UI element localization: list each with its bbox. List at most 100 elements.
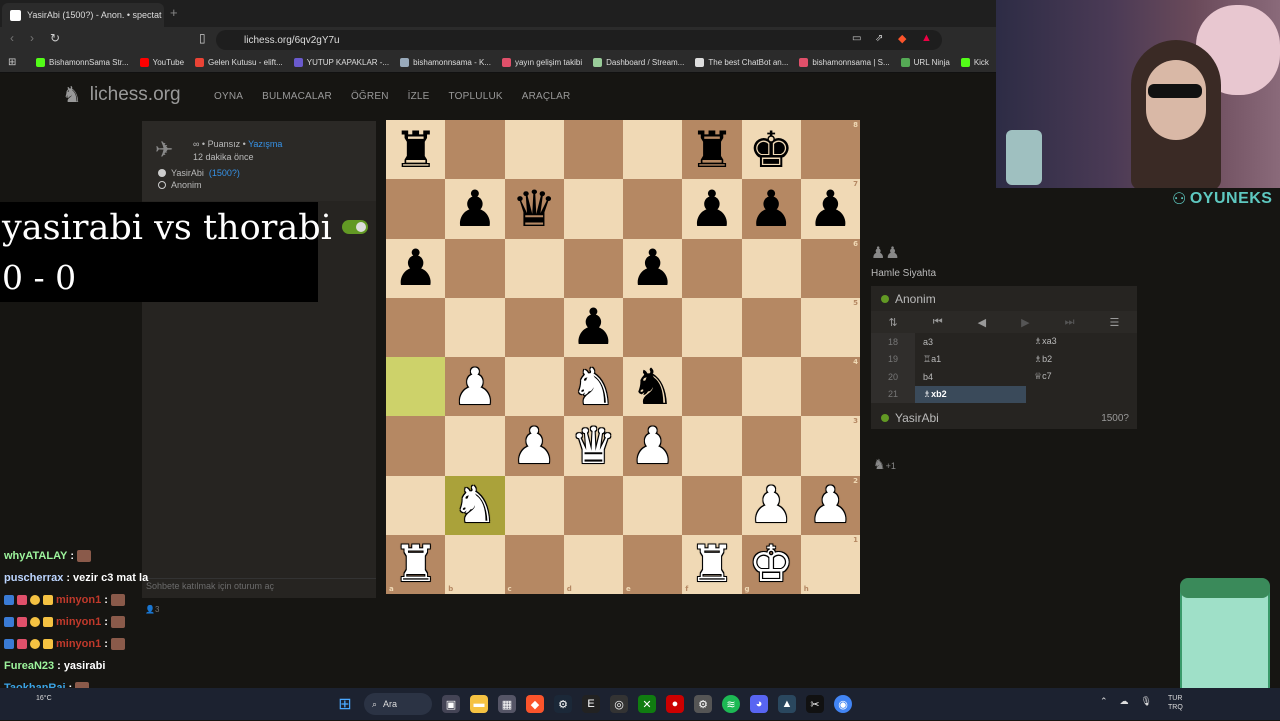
chat-toggle[interactable] (342, 220, 368, 234)
square-d2[interactable] (563, 475, 623, 535)
brave-icon[interactable]: ◆ (526, 695, 544, 713)
obs-icon[interactable]: ◎ (610, 695, 628, 713)
square-h5[interactable]: 5 (800, 297, 860, 357)
square-e4[interactable]: ♞ (623, 357, 683, 417)
white-pawn-icon[interactable]: ♟ (749, 480, 794, 530)
browser-tab[interactable]: YasirAbi (1500?) - Anon. • spectat ✕ (2, 3, 164, 27)
bookmark-icon[interactable]: ▯ (199, 31, 206, 45)
white-rook-icon[interactable]: ♜ (393, 539, 438, 589)
bookmark-item[interactable]: Kick (960, 58, 989, 67)
square-d1[interactable]: d (563, 534, 623, 594)
brave-shield-icon[interactable]: ◆ (898, 32, 906, 45)
nav-item[interactable]: İZLE (408, 91, 430, 102)
square-c5[interactable] (504, 297, 564, 357)
square-c6[interactable] (504, 238, 564, 298)
black-pawn-icon[interactable]: ♟ (571, 302, 616, 352)
discord-icon[interactable]: ◕ (750, 695, 768, 713)
mode-link[interactable]: Yazışma (248, 139, 282, 149)
white-move[interactable]: ♖a1 (915, 351, 1026, 369)
white-move[interactable]: a3 (915, 333, 1026, 351)
square-e1[interactable]: e (623, 534, 683, 594)
white-move[interactable]: b4 (915, 368, 1026, 386)
capcut-icon[interactable]: ✂ (806, 695, 824, 713)
bookmark-item[interactable]: YUTUP KAPAKLAR -... (293, 58, 389, 67)
square-a3[interactable] (386, 416, 446, 476)
black-pawn-icon[interactable]: ♟ (630, 243, 675, 293)
app-icon[interactable]: ● (666, 695, 684, 713)
bookmark-item[interactable]: The best ChatBot an... (695, 58, 788, 67)
share-icon[interactable]: ⇗ (875, 33, 883, 44)
white-player-line[interactable]: YasirAbi (1500?) (158, 168, 240, 178)
square-c4[interactable] (504, 357, 564, 417)
square-a5[interactable] (386, 297, 446, 357)
square-f8[interactable]: ♜ (682, 120, 742, 180)
square-b1[interactable]: b (445, 534, 505, 594)
square-d7[interactable] (563, 179, 623, 239)
onedrive-icon[interactable]: ☁ (1120, 696, 1129, 707)
black-queen-icon[interactable]: ♛ (512, 184, 557, 234)
settings-icon[interactable]: ⚙ (694, 695, 712, 713)
square-e2[interactable] (623, 475, 683, 535)
square-f3[interactable] (682, 416, 742, 476)
bookmark-item[interactable]: Gelen Kutusu - elift... (195, 58, 283, 67)
nav-item[interactable]: ÖĞREN (351, 91, 389, 102)
square-g5[interactable] (741, 297, 801, 357)
windows-start-icon[interactable]: ⊞ (336, 695, 354, 713)
first-move-icon[interactable]: ⏮ (933, 316, 943, 329)
white-king-icon[interactable]: ♚ (749, 539, 794, 589)
spotify-icon[interactable]: ≋ (722, 695, 740, 713)
square-h2[interactable]: ♟ 2 (800, 475, 860, 535)
black-move[interactable]: ♗b2 (1026, 351, 1137, 369)
square-g1[interactable]: ♚ g (741, 534, 801, 594)
xbox-icon[interactable]: ✕ (638, 695, 656, 713)
last-move-icon[interactable]: ⏭ (1065, 316, 1075, 329)
cast-icon[interactable]: ▭ (852, 33, 861, 44)
square-g7[interactable]: ♟ (741, 179, 801, 239)
reload-icon[interactable]: ↻ (50, 31, 60, 45)
square-c2[interactable] (504, 475, 564, 535)
square-h7[interactable]: ♟ 7 (800, 179, 860, 239)
next-move-icon[interactable]: ▶ (1021, 316, 1029, 329)
calculator-icon[interactable]: ▦ (498, 695, 516, 713)
bookmark-item[interactable]: bishamonnsama - K... (400, 58, 491, 67)
player-name-row[interactable]: YasirAbi 1500? (871, 408, 1137, 428)
nav-item[interactable]: TOPLULUK (449, 91, 503, 102)
square-d5[interactable]: ♟ (563, 297, 623, 357)
square-f6[interactable] (682, 238, 742, 298)
square-b7[interactable]: ♟ (445, 179, 505, 239)
bookmark-item[interactable]: YouTube (139, 58, 184, 67)
black-pawn-icon[interactable]: ♟ (689, 184, 734, 234)
square-c1[interactable]: c (504, 534, 564, 594)
square-e3[interactable]: ♟ (623, 416, 683, 476)
apps-icon[interactable]: ⊞ (8, 57, 16, 68)
square-b4[interactable]: ♟ (445, 357, 505, 417)
bookmark-item[interactable]: Dashboard / Stream... (593, 58, 684, 67)
black-king-icon[interactable]: ♚ (749, 125, 794, 175)
file-explorer-icon[interactable]: ▬ (470, 695, 488, 713)
black-pawn-icon[interactable]: ♟ (393, 243, 438, 293)
black-rook-icon[interactable]: ♜ (393, 125, 438, 175)
mic-icon[interactable]: 🎙 (1141, 696, 1152, 707)
black-pawn-icon[interactable]: ♟ (808, 184, 853, 234)
square-h1[interactable]: 1h (800, 534, 860, 594)
white-pawn-icon[interactable]: ♟ (630, 421, 675, 471)
square-g8[interactable]: ♚ (741, 120, 801, 180)
prev-move-icon[interactable]: ◀ (978, 316, 986, 329)
forward-icon[interactable]: › (30, 31, 34, 45)
square-g2[interactable]: ♟ (741, 475, 801, 535)
square-c8[interactable] (504, 120, 564, 180)
square-c3[interactable]: ♟ (504, 416, 564, 476)
new-tab-button[interactable]: + (170, 5, 178, 20)
square-e5[interactable] (623, 297, 683, 357)
back-icon[interactable]: ‹ (10, 31, 14, 45)
square-b3[interactable] (445, 416, 505, 476)
square-b6[interactable] (445, 238, 505, 298)
square-f5[interactable] (682, 297, 742, 357)
black-move[interactable]: ♗xa3 (1026, 333, 1137, 351)
square-b8[interactable] (445, 120, 505, 180)
chess-board[interactable]: ♜ ♜ ♚ 8 ♟ ♛ ♟ ♟ ♟ 7 ♟ ♟ 6 ♟ 5 ♟ ♞ ♞ 4 ♟ ♛ ♟ 3 ♞ ♟ ♟ 2 ♜ a b c d e ♜ f ♚ g 1 h (386, 120, 860, 594)
bookmark-item[interactable]: bishamonnsama | S... (799, 58, 890, 67)
square-a4[interactable] (386, 357, 446, 417)
epic-icon[interactable]: E (582, 695, 600, 713)
white-pawn-icon[interactable]: ♟ (512, 421, 557, 471)
